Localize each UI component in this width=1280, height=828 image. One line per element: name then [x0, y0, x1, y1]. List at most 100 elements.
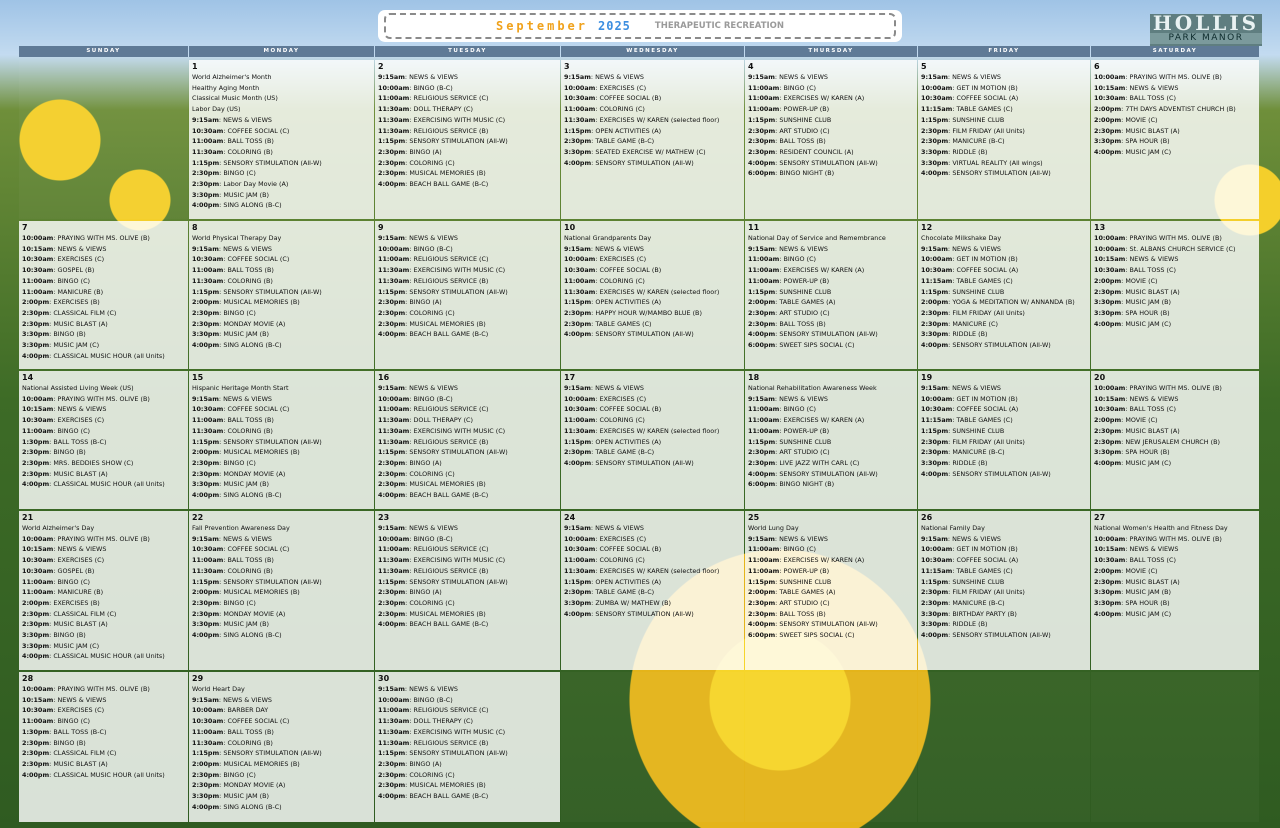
- event-line: 4:00pm: SENSORY STIMULATION (All-W): [748, 158, 878, 167]
- event-time: 6:00pm: [748, 341, 776, 350]
- event-time: 4:00pm: [378, 620, 406, 629]
- event-activity: BINGO (C): [223, 169, 256, 178]
- event-activity: BINGO (C): [57, 276, 91, 285]
- event-time: 11:00am: [22, 276, 54, 285]
- event-activity: SENSORY STIMULATION (All-W): [595, 609, 694, 618]
- event-activity: MUSICAL MEMORIES (B): [223, 759, 300, 768]
- event-time: 11:00am: [564, 556, 596, 565]
- event-line: 9:15am: NEWS & VIEWS: [748, 534, 828, 543]
- event-line: 2:00pm: 7TH DAYS ADVENTIST CHURCH (B): [1094, 105, 1236, 114]
- event-line: 10:00am: PRAYING WITH MS. OLIVE (B): [22, 234, 150, 242]
- event-activity: COLORING (C): [409, 158, 455, 167]
- event-activity: ART STUDIO (C): [779, 448, 830, 457]
- day-number: 11: [748, 223, 760, 232]
- day-cell-14: 14 National Assisted Living Week (US) 10:0…: [19, 371, 188, 509]
- event-time: 2:30pm: [564, 319, 592, 328]
- event-activity: PRAYING WITH MS. OLIVE (B): [1129, 234, 1222, 242]
- event-line: 10:30am: COFFEE SOCIAL (B): [564, 94, 662, 103]
- event-activity: BALL TOSS (B): [779, 137, 826, 146]
- event-line: 4:00pm: SENSORY STIMULATION (All-W): [748, 620, 878, 629]
- event-line: 10:00am: EXERCISES (C): [564, 255, 647, 264]
- event-line: 4:00pm: CLASSICAL MUSIC HOUR (all Units): [22, 770, 165, 779]
- event-line: 1:15pm: OPEN ACTIVITIES (A): [564, 298, 662, 307]
- event-line: 2:30pm: MUSIC BLAST (A): [1094, 577, 1180, 586]
- day-cell-9: 9 9:15am: NEWS & VIEWS 10:00am: BINGO (B-C…: [375, 221, 560, 369]
- event-line: 4:00pm: MUSIC JAM (C): [1094, 458, 1172, 467]
- event-time: 9:15am: [564, 524, 591, 532]
- event-activity: MUSIC JAM (B): [223, 620, 270, 629]
- event-line: 10:30am: COFFEE SOCIAL (C): [192, 126, 290, 135]
- event-activity: NEWS & VIEWS: [779, 244, 828, 253]
- event-activity: MUSIC BLAST (A): [1125, 426, 1180, 435]
- event-activity: BINGO (C): [783, 405, 817, 414]
- event-activity: COFFEE SOCIAL (A): [956, 94, 1019, 103]
- event-time: 10:00am: [921, 255, 953, 264]
- event-activity: Labor Day Movie (A): [223, 180, 289, 189]
- event-activity: MANICURE (B): [57, 588, 104, 597]
- event-activity: SING ALONG (B-C): [223, 631, 282, 640]
- event-activity: RIDDLE (B): [952, 620, 988, 629]
- event-line: 10:30am: GOSPEL (B): [22, 566, 95, 575]
- event-activity: TABLE GAMES (A): [779, 588, 836, 597]
- event-line: 2:30pm: COLORING (C): [378, 598, 455, 607]
- event-activity: SENSORY STIMULATION (All-W): [595, 330, 694, 339]
- event-line: 2:30pm: FILM FRIDAY (All Units): [921, 126, 1025, 135]
- event-line: 2:30pm: MUSICAL MEMORIES (B): [378, 169, 486, 178]
- event-activity: BALL TOSS (C): [1129, 556, 1176, 565]
- event-time: 3:30pm: [1094, 137, 1122, 146]
- event-activity: TABLE GAMES (C): [595, 319, 652, 328]
- event-time: 10:30am: [22, 566, 54, 575]
- event-activity: RELIGIOUS SERVICE (C): [413, 255, 489, 264]
- event-activity: OPEN ACTIVITIES (A): [595, 577, 662, 586]
- event-line: 2:30pm: CLASSICAL FILM (C): [22, 609, 117, 618]
- event-time: 2:30pm: [748, 609, 776, 618]
- event-time: 4:00pm: [1094, 319, 1122, 328]
- event-line: 9:15am: NEWS & VIEWS: [921, 73, 1001, 81]
- event-time: 1:15pm: [378, 749, 406, 758]
- weekday-header-saturday: SATURDAY: [1091, 46, 1259, 57]
- event-activity: NEWS & VIEWS: [57, 405, 107, 414]
- event-activity: COLORING (B): [227, 276, 273, 285]
- event-line: 2:30pm: MONDAY MOVIE (A): [192, 609, 286, 618]
- event-time: 11:30am: [564, 566, 596, 575]
- event-activity: MUSIC BLAST (A): [53, 620, 108, 629]
- event-activity: SENSORY STIMULATION (All-W): [409, 137, 508, 146]
- event-activity: MONDAY MOVIE (A): [223, 319, 286, 328]
- event-line: 2:30pm: Labor Day Movie (A): [192, 180, 289, 189]
- event-time: 11:30am: [378, 727, 410, 736]
- event-activity: NEWS & VIEWS: [595, 524, 644, 532]
- event-activity: RESIDENT COUNCIL (A): [779, 147, 854, 156]
- weekday-header-friday: FRIDAY: [918, 46, 1090, 57]
- event-activity: POWER-UP (B): [783, 105, 830, 114]
- event-line: 2:30pm: MUSIC BLAST (A): [22, 620, 108, 629]
- observance-line: National Family Day: [921, 523, 1087, 534]
- event-time: 3:30pm: [921, 158, 949, 167]
- event-time: 2:00pm: [1094, 276, 1122, 285]
- event-activity: BEACH BALL GAME (B-C): [409, 792, 489, 801]
- event-activity: BALL TOSS (B): [779, 609, 826, 618]
- event-line: 11:00am: MANICURE (B): [22, 287, 104, 296]
- event-line: 10:00am: PRAYING WITH MS. OLIVE (B): [1094, 534, 1222, 543]
- event-line: 2:30pm: BINGO (A): [378, 298, 442, 307]
- event-activity: EXERCISES W/ KAREN (selected floor): [599, 426, 720, 435]
- observance-line: Classical Music Month (US): [192, 93, 371, 104]
- event-line: 2:30pm: BINGO (A): [378, 759, 442, 768]
- event-time: 10:15am: [22, 545, 54, 554]
- event-time: 3:30pm: [1094, 598, 1122, 607]
- day-number: 22: [192, 513, 204, 522]
- event-line: 10:00am: BINGO (B-C): [378, 695, 453, 704]
- event-time: 10:30am: [921, 266, 953, 275]
- event-time: 10:30am: [192, 545, 224, 554]
- event-activity: National Family Day: [921, 524, 985, 532]
- event-line: 2:30pm: MANICURE (C): [921, 319, 998, 328]
- event-activity: NEWS & VIEWS: [1129, 83, 1179, 92]
- empty-day-cell: [19, 60, 188, 219]
- day-cell-11: 11 National Day of Service and Remembranc…: [745, 221, 917, 369]
- event-line: 1:15pm: SUNSHINE CLUB: [748, 115, 832, 124]
- event-line: 11:00am: EXERCISES W/ KAREN (A): [748, 266, 865, 275]
- event-activity: POWER-UP (B): [783, 566, 830, 575]
- event-line: 10:00am: GET IN MOTION (B): [921, 394, 1018, 403]
- event-activity: MUSIC JAM (B): [223, 792, 270, 801]
- event-time: 2:00pm: [192, 298, 220, 307]
- event-activity: COLORING (C): [599, 416, 645, 425]
